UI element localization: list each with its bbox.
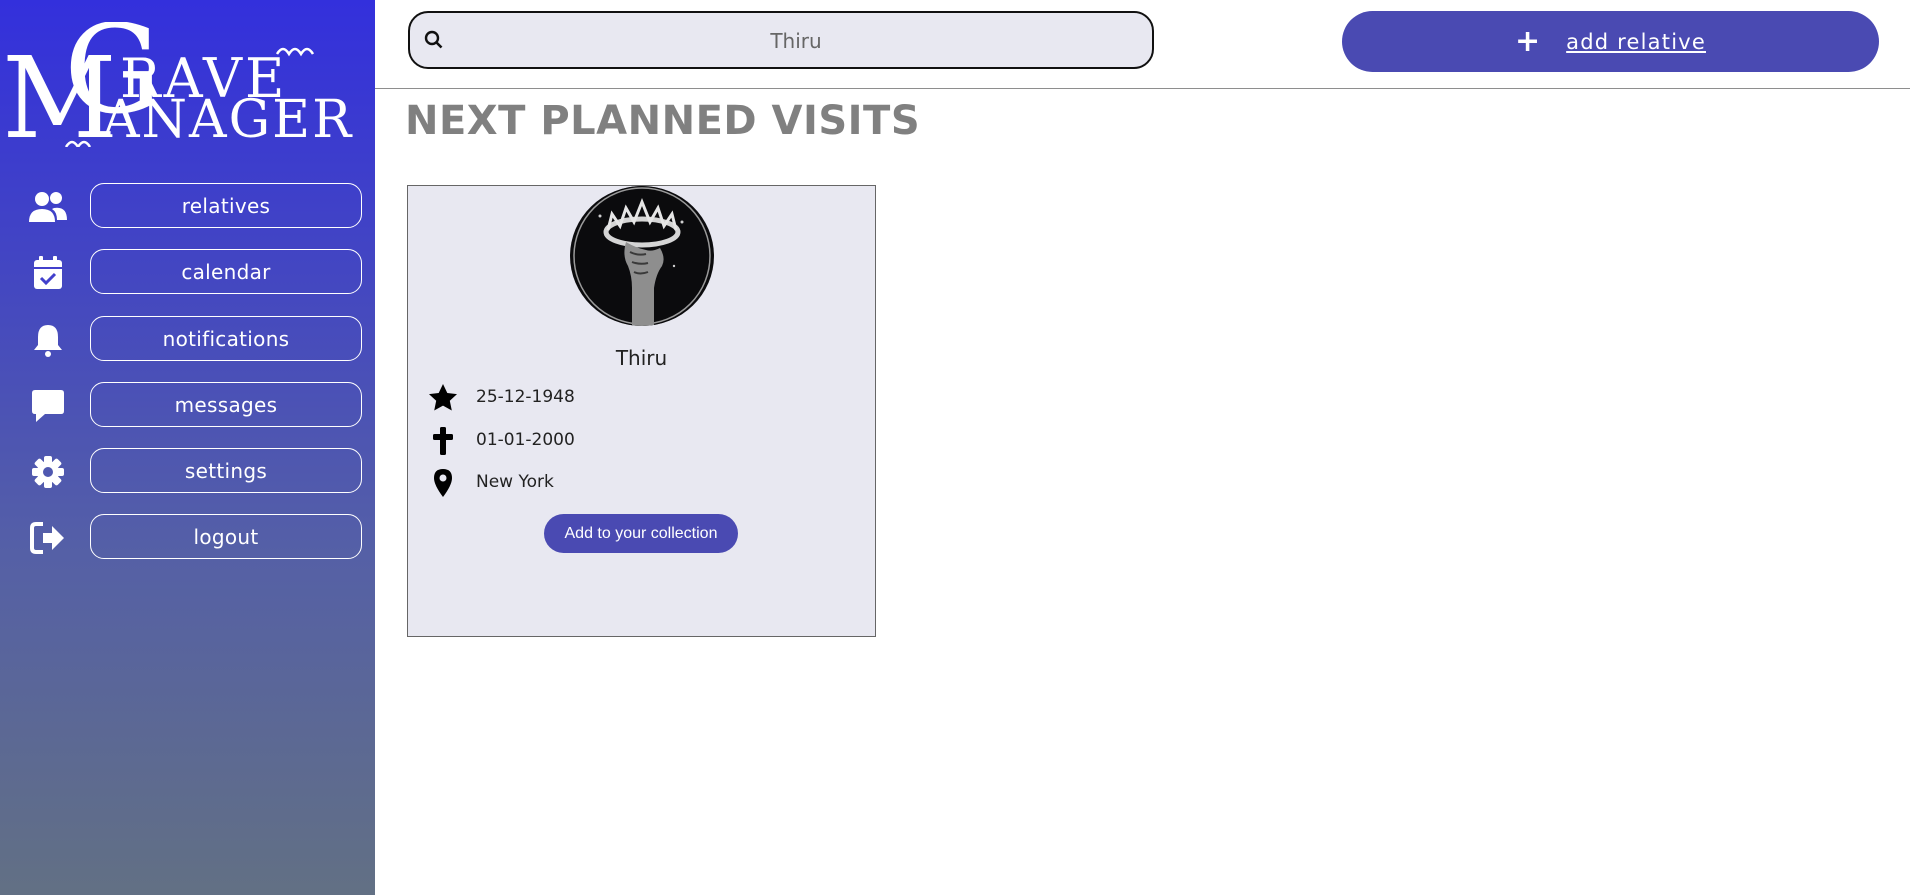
death-date: 01-01-2000 [476, 430, 575, 450]
relative-name: Thiru [615, 346, 668, 370]
sidebar-item-relatives[interactable]: relatives [0, 183, 375, 231]
relative-card: Thiru 25-12-1948 01-01-2000 New York Add… [407, 185, 876, 637]
add-relative-label: add relative [1566, 29, 1706, 54]
add-relative-button[interactable]: + add relative [1342, 11, 1879, 72]
sidebar-item-label[interactable]: calendar [90, 249, 362, 294]
sidebar-item-settings[interactable]: settings [0, 448, 375, 496]
cross-icon [433, 427, 453, 455]
users-icon [28, 189, 68, 225]
plus-icon: + [1515, 23, 1541, 59]
sidebar-item-label[interactable]: notifications [90, 316, 362, 361]
sidebar: G M RAVE ANAGER relatives calendar notif… [0, 0, 375, 895]
location: New York [476, 472, 554, 492]
logout-icon [28, 520, 68, 556]
sidebar-item-label[interactable]: relatives [90, 183, 362, 228]
message-icon [28, 388, 68, 424]
sidebar-item-label[interactable]: settings [90, 448, 362, 493]
sidebar-item-label[interactable]: messages [90, 382, 362, 427]
svg-text:ANAGER: ANAGER [101, 90, 353, 147]
header: + add relative [375, 0, 1910, 89]
sidebar-item-label[interactable]: logout [90, 514, 362, 559]
sidebar-item-logout[interactable]: logout [0, 514, 375, 562]
page-title: NEXT PLANNED VISITS [405, 98, 921, 144]
svg-text:M: M [2, 34, 117, 147]
birth-date: 25-12-1948 [476, 387, 575, 407]
sidebar-item-notifications[interactable]: notifications [0, 316, 375, 364]
sidebar-item-calendar[interactable]: calendar [0, 249, 375, 297]
search-icon [424, 30, 443, 49]
bell-icon [28, 322, 68, 358]
map-pin-icon [434, 469, 452, 497]
calendar-check-icon [28, 255, 68, 291]
search-bar[interactable] [408, 11, 1154, 69]
search-input[interactable] [460, 13, 1132, 69]
avatar [570, 186, 714, 326]
star-icon [429, 384, 457, 411]
add-to-collection-button[interactable]: Add to your collection [544, 514, 738, 553]
sidebar-item-messages[interactable]: messages [0, 382, 375, 430]
gear-icon [28, 454, 68, 490]
grave-manager-logo[interactable]: G M RAVE ANAGER [2, 22, 362, 147]
